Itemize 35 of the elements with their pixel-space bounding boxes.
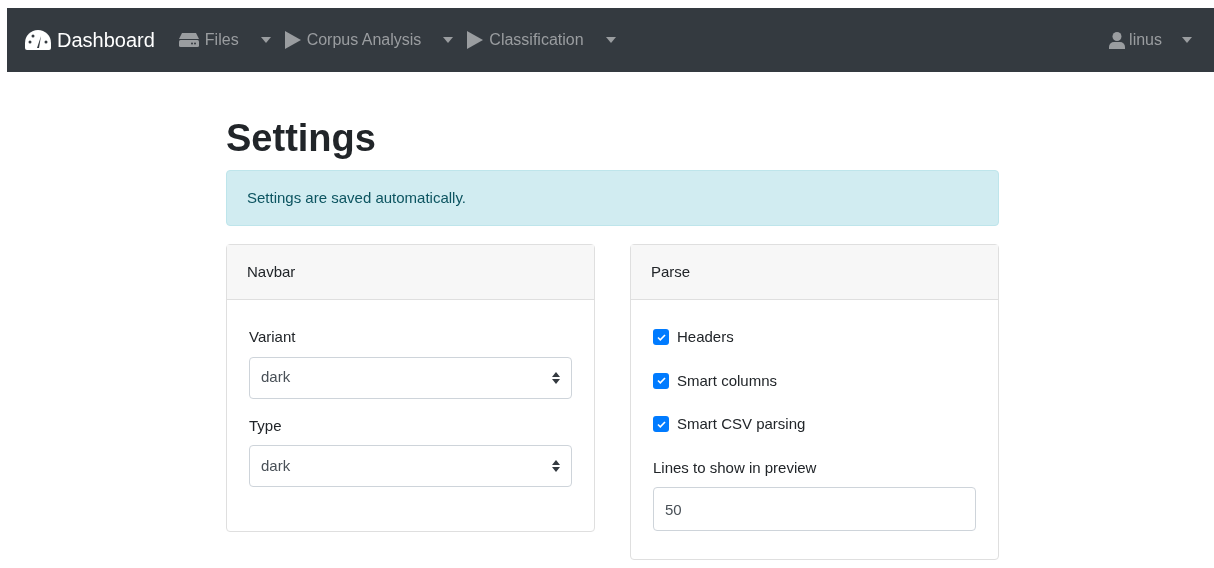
info-alert: Settings are saved automatically. xyxy=(226,170,999,226)
drive-icon xyxy=(178,33,199,47)
brand-link[interactable]: Dashboard xyxy=(25,25,155,55)
card-header: Navbar xyxy=(227,245,594,300)
nav-dropdown[interactable]: Classification xyxy=(467,28,616,52)
field-label: Type xyxy=(249,415,283,436)
caret-icon xyxy=(1182,37,1192,43)
nav-dropdown[interactable]: Corpus Analysis xyxy=(284,28,454,52)
nav-dropdown[interactable]: Files xyxy=(178,28,271,52)
number-field[interactable]: 50 xyxy=(653,487,976,531)
play-icon xyxy=(284,31,301,49)
checkbox-label: Smart CSV parsing xyxy=(677,414,806,434)
user-dropdown[interactable]: linus xyxy=(1109,28,1192,52)
check-icon xyxy=(656,333,666,341)
field-label: Lines to show in preview xyxy=(653,457,818,478)
checkbox[interactable] xyxy=(653,372,669,389)
checkbox-label: Smart columns xyxy=(677,370,778,391)
sort-icon xyxy=(552,460,560,472)
check-icon xyxy=(656,420,666,428)
select-field[interactable]: dark xyxy=(249,356,572,399)
checkbox-label: Headers xyxy=(677,327,734,347)
caret-icon xyxy=(443,37,454,43)
caret-icon xyxy=(605,37,616,43)
caret-icon xyxy=(260,37,271,43)
user-icon xyxy=(1109,31,1126,49)
field-label: Variant xyxy=(249,327,297,347)
page-title: Settings xyxy=(226,116,377,160)
card-header: Parse xyxy=(631,245,998,300)
play-icon xyxy=(467,31,484,49)
checkbox[interactable] xyxy=(653,416,669,433)
select-field[interactable]: dark xyxy=(249,445,572,487)
speedometer-icon xyxy=(25,30,51,50)
check-icon xyxy=(656,377,666,385)
checkbox[interactable] xyxy=(653,329,669,346)
sort-icon xyxy=(552,371,560,384)
